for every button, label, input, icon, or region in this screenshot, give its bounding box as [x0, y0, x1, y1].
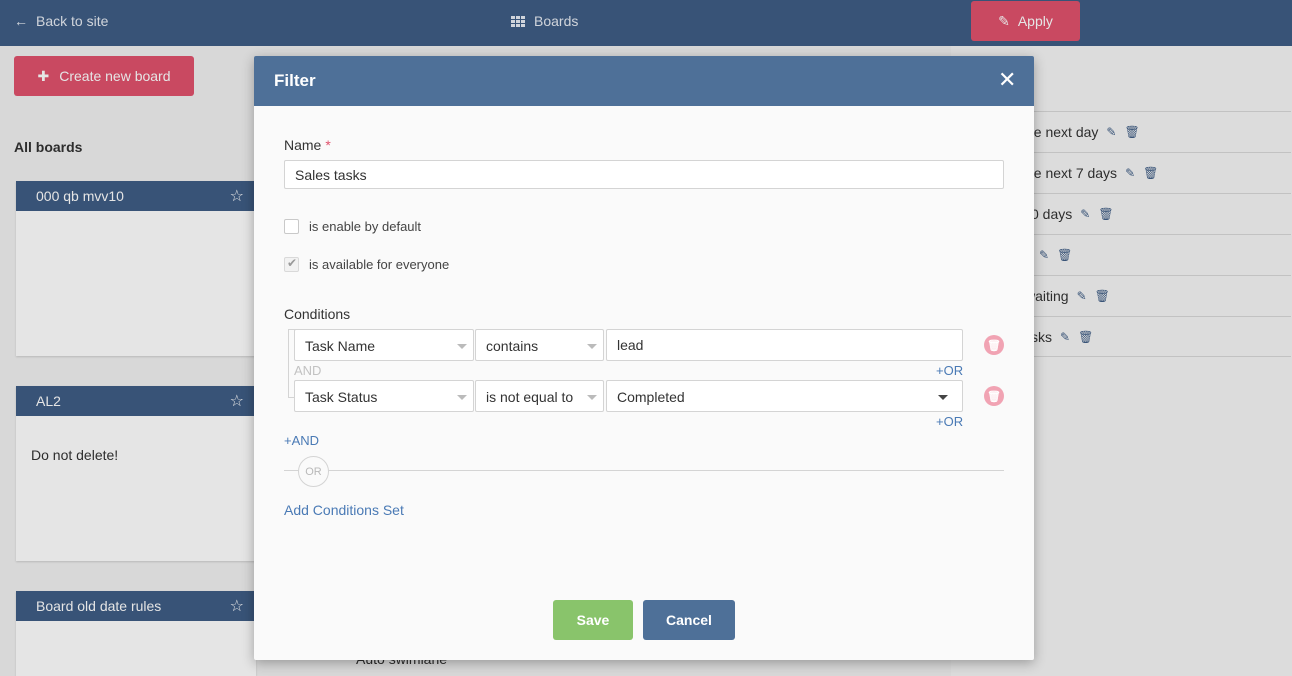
- or-divider-line: [284, 470, 1004, 471]
- enable-default-label: is enable by default: [309, 219, 422, 234]
- available-everyone-checkbox[interactable]: [284, 256, 299, 272]
- caret-down-icon: [587, 395, 597, 400]
- condition-operator-select[interactable]: is not equal to: [475, 380, 604, 412]
- add-or-link[interactable]: +OR: [936, 414, 963, 429]
- close-icon[interactable]: ✕: [998, 69, 1016, 91]
- condition-value-select[interactable]: Completed: [606, 380, 963, 412]
- name-label: Name *: [284, 137, 331, 153]
- condition-field-select[interactable]: Task Status: [294, 380, 474, 412]
- condition-operator-select[interactable]: contains: [475, 329, 604, 361]
- caret-down-icon: [457, 344, 467, 349]
- conditions-label: Conditions: [284, 306, 351, 322]
- condition-value-input[interactable]: [606, 329, 963, 361]
- condition-operator-value: contains: [486, 338, 539, 354]
- caret-down-icon: [938, 395, 948, 400]
- trash-icon: 🗑: [987, 390, 1001, 403]
- and-connector: AND: [294, 363, 322, 378]
- delete-condition-button[interactable]: 🗑: [984, 335, 1004, 355]
- enable-default-checkbox[interactable]: [284, 219, 299, 234]
- caret-down-icon: [457, 395, 467, 400]
- condition-field-value: Task Status: [305, 389, 378, 405]
- add-conditions-set-link[interactable]: Add Conditions Set: [284, 502, 404, 518]
- cancel-button[interactable]: Cancel: [643, 600, 735, 640]
- trash-icon: 🗑: [987, 339, 1001, 352]
- name-label-text: Name: [284, 137, 322, 153]
- available-everyone-row[interactable]: is available for everyone: [284, 256, 450, 272]
- condition-operator-value: is not equal to: [486, 389, 574, 405]
- condition-field-select[interactable]: Task Name: [294, 329, 474, 361]
- delete-condition-button[interactable]: 🗑: [984, 386, 1004, 406]
- caret-down-icon: [587, 344, 597, 349]
- save-button[interactable]: Save: [553, 600, 633, 640]
- add-or-link[interactable]: +OR: [936, 363, 963, 378]
- modal-title: Filter: [274, 71, 316, 90]
- condition-value-selected: Completed: [617, 389, 685, 405]
- available-everyone-label: is available for everyone: [309, 257, 450, 272]
- name-input[interactable]: [284, 160, 1004, 189]
- condition-field-value: Task Name: [305, 338, 376, 354]
- required-mark: *: [325, 137, 331, 153]
- enable-default-row[interactable]: is enable by default: [284, 219, 421, 234]
- modal-header: Filter ✕: [254, 56, 1034, 106]
- add-and-link[interactable]: +AND: [284, 433, 319, 448]
- filter-modal: Filter ✕ Name* is enable by default is a…: [254, 56, 1034, 660]
- or-divider: OR: [298, 456, 329, 487]
